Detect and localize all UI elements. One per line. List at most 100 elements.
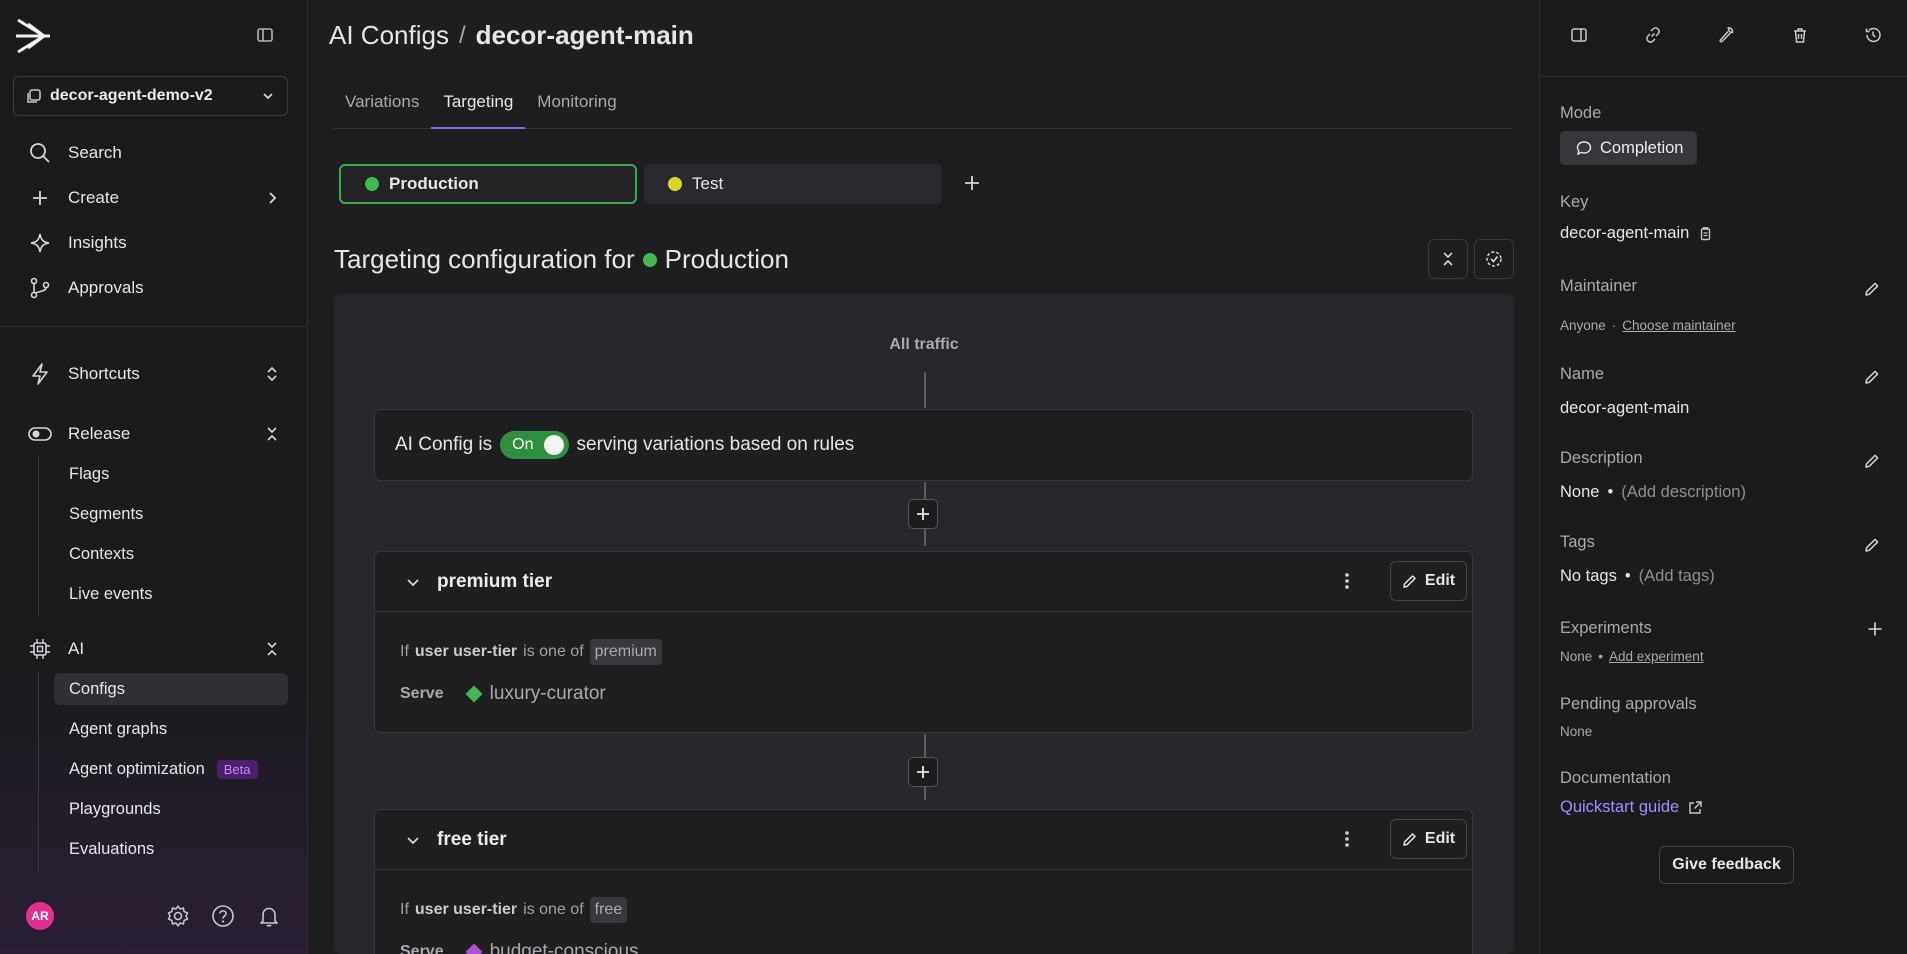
collapse-all-button[interactable] [1428, 239, 1468, 279]
give-feedback-button[interactable]: Give feedback [1659, 846, 1794, 884]
toggle-knob [543, 435, 564, 455]
env-status-dot [668, 177, 682, 191]
edit-label: Edit [1424, 572, 1456, 589]
variation-diamond-icon [465, 943, 483, 954]
collapse-sidebar-icon[interactable] [256, 26, 276, 46]
breadcrumb-root[interactable]: AI Configs [329, 20, 449, 51]
serve-label: Serve [400, 685, 444, 702]
nav-insights[interactable]: Insights [28, 228, 280, 258]
edit-label: Edit [1424, 830, 1456, 847]
review-changes-button[interactable] [1474, 239, 1514, 279]
add-experiment-plus-icon[interactable] [1867, 621, 1885, 639]
add-environment-icon[interactable] [963, 174, 983, 194]
rule-header[interactable]: premium tier Edit [375, 552, 1472, 612]
add-tags-link[interactable]: (Add tags) [1639, 567, 1715, 586]
tab-variations[interactable]: Variations [333, 86, 431, 129]
breadcrumb: AI Configs / decor-agent-main [329, 20, 694, 51]
edit-tags-pencil-icon[interactable] [1864, 537, 1882, 555]
add-rule-button[interactable] [908, 499, 938, 529]
sidebar-item-agent-graphs[interactable]: Agent graphs [54, 713, 288, 745]
choose-maintainer-link[interactable]: Choose maintainer [1622, 318, 1735, 333]
avatar[interactable]: AR [26, 902, 54, 930]
sidebar-item-flags[interactable]: Flags [54, 458, 288, 490]
nav-ai[interactable]: AI [28, 634, 280, 664]
key-label: Key [1560, 193, 1589, 211]
project-selector[interactable]: decor-agent-demo-v2 [13, 76, 288, 116]
bullet: • [1598, 649, 1604, 664]
sidebar-item-live-events[interactable]: Live events [54, 578, 288, 610]
bell-icon[interactable] [257, 904, 281, 928]
sidebar-item-agent-optimization[interactable]: Agent optimization Beta [54, 753, 288, 785]
launchdarkly-logo-icon[interactable] [14, 18, 54, 54]
search-icon [28, 141, 52, 165]
rule-clause: If user user-tier is one of premium [375, 637, 1472, 667]
rule-header[interactable]: free tier Edit [375, 810, 1472, 870]
mode-badge: Completion [1560, 131, 1698, 165]
config-on-toggle[interactable]: On [500, 431, 569, 459]
nav-create[interactable]: Create [28, 183, 280, 213]
plus-icon [28, 186, 52, 210]
branch-icon [28, 276, 52, 300]
edit-rule-button[interactable]: Edit [1390, 561, 1467, 601]
sidebar-item-contexts[interactable]: Contexts [54, 538, 288, 570]
lightning-icon [28, 362, 52, 386]
beta-badge: Beta [216, 759, 258, 779]
more-options-icon[interactable] [1344, 830, 1350, 848]
plus-icon [916, 507, 930, 521]
add-description-link[interactable]: (Add description) [1621, 483, 1746, 502]
rule-card-premium: premium tier Edit If user user-tier is o… [374, 551, 1473, 733]
sidebar-item-configs[interactable]: Configs [54, 673, 288, 705]
agent-optimization-label: Agent optimization [69, 759, 205, 778]
env-tab-production[interactable]: Production [339, 164, 637, 204]
sidebar-item-evaluations[interactable]: Evaluations [54, 833, 288, 865]
nav-release[interactable]: Release [28, 419, 280, 449]
edit-rule-button[interactable]: Edit [1390, 819, 1467, 859]
name-value: decor-agent-main [1560, 399, 1690, 417]
nav-approvals[interactable]: Approvals [28, 273, 280, 303]
edit-maintainer-pencil-icon[interactable] [1864, 281, 1882, 299]
key-value-row: decor-agent-main [1560, 224, 1713, 243]
edit-description-pencil-icon[interactable] [1864, 453, 1882, 471]
maintainer-value: Anyone [1560, 318, 1606, 333]
serve-label: Serve [400, 943, 444, 954]
nav-search[interactable]: Search [28, 138, 280, 168]
experiments-value: None [1560, 649, 1593, 664]
quickstart-label: Quickstart guide [1560, 798, 1680, 816]
nav-insights-label: Insights [68, 233, 127, 252]
chevron-down-icon[interactable] [405, 574, 421, 590]
history-icon[interactable] [1864, 26, 1884, 46]
key-value: decor-agent-main [1560, 224, 1690, 242]
copy-icon[interactable] [1697, 226, 1713, 242]
all-traffic-label: All traffic [889, 336, 959, 353]
nav-ai-label: AI [68, 639, 85, 658]
more-options-icon[interactable] [1344, 572, 1350, 590]
tab-monitoring[interactable]: Monitoring [525, 86, 628, 129]
targeting-title-prefix: Targeting configuration for [334, 244, 635, 274]
main-content: AI Configs / decor-agent-main Variations… [309, 0, 1539, 954]
tags-label: Tags [1560, 533, 1595, 551]
help-icon[interactable] [211, 904, 235, 928]
add-experiment-link[interactable]: Add experiment [1609, 649, 1704, 664]
gear-icon[interactable] [166, 904, 190, 928]
nav-shortcuts[interactable]: Shortcuts [28, 359, 280, 389]
trash-icon[interactable] [1791, 26, 1811, 46]
quickstart-guide-link[interactable]: Quickstart guide [1560, 798, 1703, 817]
sidebar-item-segments[interactable]: Segments [54, 498, 288, 530]
panel-toggle-icon[interactable] [1570, 26, 1590, 46]
wrench-icon[interactable] [1717, 26, 1737, 46]
add-rule-button[interactable] [908, 757, 938, 787]
sidebar-item-playgrounds[interactable]: Playgrounds [54, 793, 288, 825]
edit-name-pencil-icon[interactable] [1864, 369, 1882, 387]
env-tab-test[interactable]: Test [644, 164, 942, 204]
clause-attribute: user user-tier [414, 901, 518, 918]
chevron-down-icon[interactable] [405, 832, 421, 848]
tab-targeting[interactable]: Targeting [431, 86, 526, 129]
link-icon[interactable] [1644, 26, 1664, 46]
env-name: Test [692, 174, 724, 193]
documentation-label: Documentation [1560, 769, 1671, 787]
chevron-right-icon [264, 190, 280, 206]
chevron-collapse-icon [264, 426, 280, 442]
pencil-icon [1402, 574, 1417, 589]
sidebar: decor-agent-demo-v2 Search Create Insigh… [0, 0, 308, 954]
description-value-row: None • (Add description) [1560, 483, 1746, 502]
